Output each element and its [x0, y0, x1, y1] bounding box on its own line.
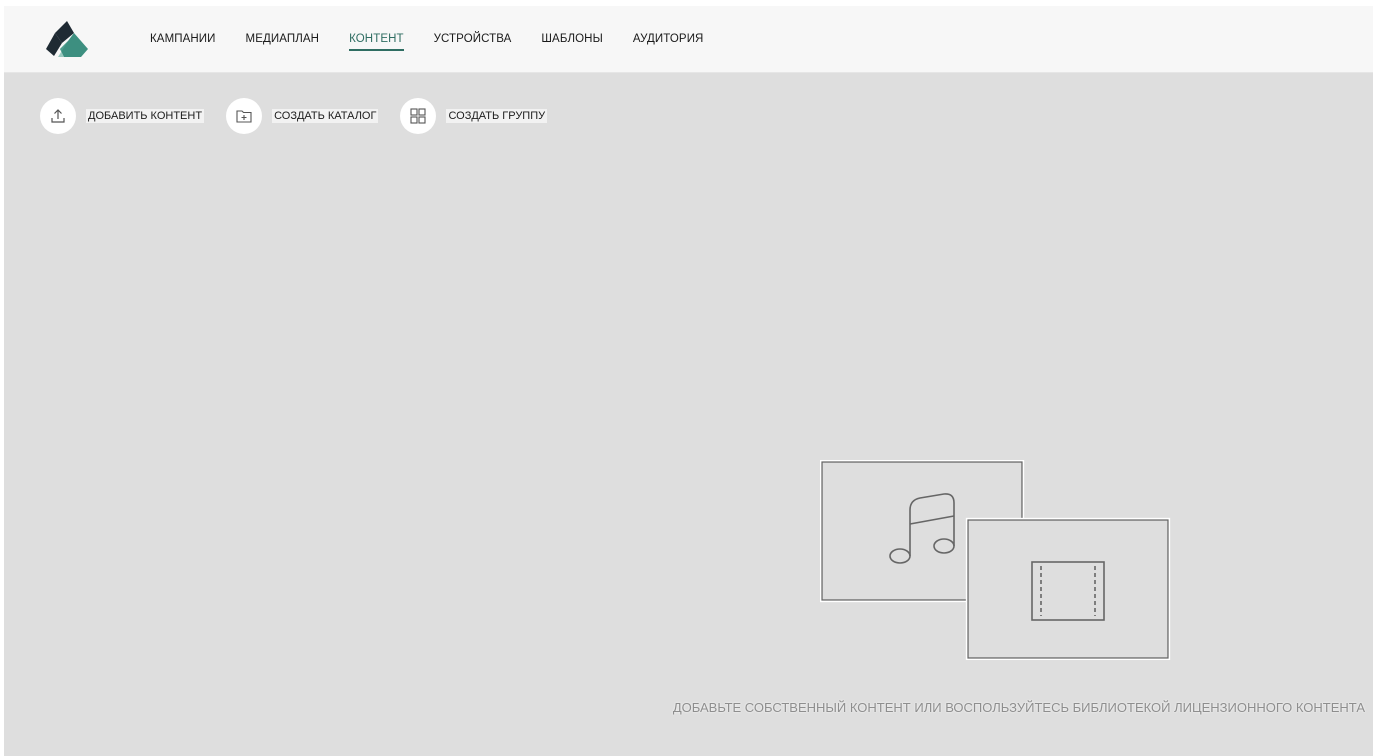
empty-state-illustration: [821, 461, 1169, 659]
content-toolbar: ДОБАВИТЬ КОНТЕНТ СОЗДАТЬ КАТАЛОГ СОЗДАТЬ…: [40, 98, 569, 134]
nav-tab-campaigns[interactable]: КАМПАНИИ: [150, 33, 216, 45]
empty-state-message: ДОБАВЬТЕ СОБСТВЕННЫЙ КОНТЕНТ ИЛИ ВОСПОЛЬ…: [672, 700, 1365, 715]
upload-icon: [51, 109, 65, 123]
create-group-button[interactable]: СОЗДАТЬ ГРУППУ: [400, 98, 548, 134]
grid-icon: [410, 108, 426, 124]
add-content-button[interactable]: ДОБАВИТЬ КОНТЕНТ: [40, 98, 205, 134]
create-catalog-button[interactable]: СОЗДАТЬ КАТАЛОГ: [226, 98, 379, 134]
nav-tab-audience[interactable]: АУДИТОРИЯ: [633, 33, 704, 45]
upload-icon-circle[interactable]: [40, 98, 76, 134]
nav-tab-mediaplan[interactable]: МЕДИАПЛАН: [246, 33, 320, 45]
nav-tab-devices[interactable]: УСТРОЙСТВА: [434, 33, 512, 45]
main-nav: КАМПАНИИ МЕДИАПЛАН КОНТЕНТ УСТРОЙСТВА ША…: [150, 6, 733, 72]
add-content-label: ДОБАВИТЬ КОНТЕНТ: [86, 109, 205, 123]
folder-plus-icon: [236, 110, 252, 123]
nav-tab-content[interactable]: КОНТЕНТ: [349, 33, 404, 51]
grid-icon-circle[interactable]: [400, 98, 437, 134]
top-navigation-bar: КАМПАНИИ МЕДИАПЛАН КОНТЕНТ УСТРОЙСТВА ША…: [4, 6, 1373, 73]
folder-plus-icon-circle[interactable]: [226, 98, 263, 134]
create-catalog-label: СОЗДАТЬ КАТАЛОГ: [272, 109, 379, 123]
nav-tab-templates[interactable]: ШАБЛОНЫ: [541, 33, 602, 45]
app-window: КАМПАНИИ МЕДИАПЛАН КОНТЕНТ УСТРОЙСТВА ША…: [4, 6, 1373, 756]
brand-logo-icon[interactable]: [44, 19, 90, 59]
video-card: [967, 519, 1169, 659]
create-group-label: СОЗДАТЬ ГРУППУ: [446, 109, 548, 123]
